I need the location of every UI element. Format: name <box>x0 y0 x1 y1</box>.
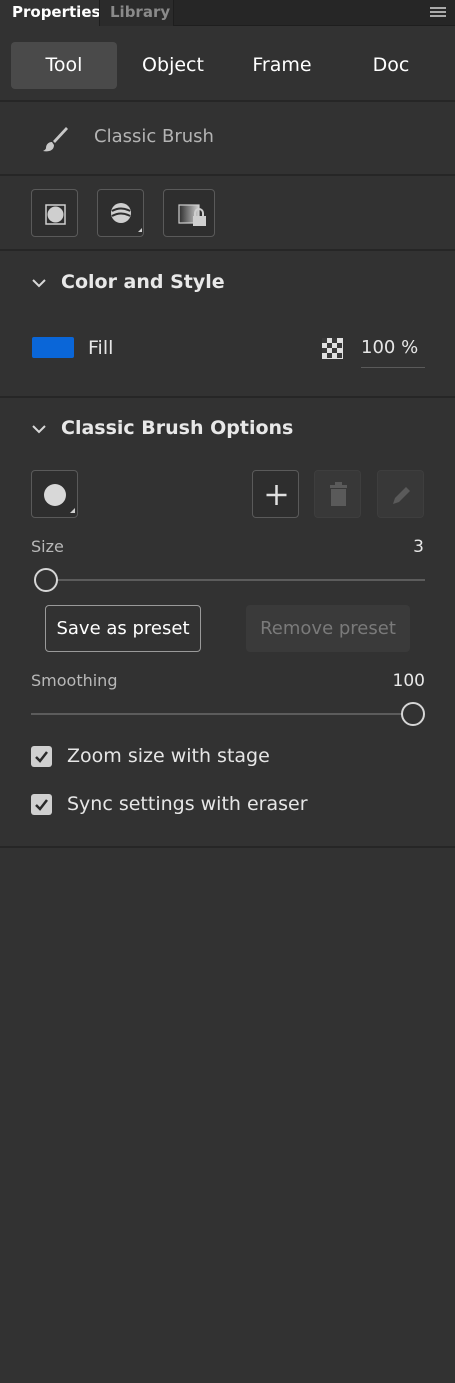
brush-icon <box>43 127 68 152</box>
tab-library[interactable]: Library <box>99 0 174 26</box>
delete-brush-button[interactable] <box>314 470 361 518</box>
smoothing-label: Smoothing <box>31 671 118 690</box>
section-heading-brush-options: Classic Brush Options <box>61 417 294 439</box>
save-preset-button[interactable]: Save as preset <box>45 605 201 652</box>
chevron-down-icon[interactable] <box>31 423 47 435</box>
fill-color-swatch[interactable] <box>32 337 74 358</box>
property-tabs: Tool Object Frame Doc <box>0 26 455 100</box>
pencil-icon <box>393 487 410 504</box>
tool-name: Classic Brush <box>94 126 214 147</box>
tab-tool[interactable]: Tool <box>11 42 117 89</box>
section-heading-color-style: Color and Style <box>61 271 225 293</box>
lock-fill-icon <box>178 204 206 226</box>
checkmark-icon <box>35 751 48 763</box>
divider <box>0 174 455 176</box>
divider <box>0 396 455 398</box>
lock-fill-button[interactable] <box>163 189 215 237</box>
sync-eraser-label: Sync settings with eraser <box>67 793 308 815</box>
divider <box>0 249 455 251</box>
tool-header: Classic Brush <box>0 102 455 174</box>
chevron-down-icon[interactable] <box>31 277 47 289</box>
sync-eraser-checkbox[interactable] <box>31 794 52 815</box>
zoom-size-checkbox[interactable] <box>31 746 52 767</box>
size-label: Size <box>31 537 64 556</box>
tab-object[interactable]: Object <box>120 42 226 89</box>
zoom-size-label: Zoom size with stage <box>67 745 270 767</box>
plus-icon <box>266 485 287 505</box>
object-drawing-mode-button[interactable] <box>31 189 78 237</box>
fill-label: Fill <box>88 337 114 359</box>
brush-mode-icon <box>111 203 142 232</box>
brush-mode-button[interactable] <box>97 189 144 237</box>
fill-opacity-input[interactable]: 100 % <box>361 337 425 368</box>
brush-shape-button[interactable] <box>31 470 78 518</box>
size-slider-track[interactable] <box>46 579 425 581</box>
size-slider-thumb[interactable] <box>34 568 58 592</box>
divider <box>0 846 455 848</box>
transparency-icon <box>322 338 343 359</box>
object-drawing-icon <box>45 204 66 225</box>
size-value: 3 <box>413 537 424 557</box>
panel-tab-bar: Properties Library <box>0 0 455 26</box>
smoothing-slider-track[interactable] <box>31 713 413 715</box>
checkmark-icon <box>35 799 48 811</box>
add-brush-button[interactable] <box>252 470 299 518</box>
panel-menu-icon[interactable] <box>430 7 446 19</box>
tab-doc[interactable]: Doc <box>338 42 444 89</box>
remove-preset-button[interactable]: Remove preset <box>246 605 410 652</box>
tab-frame[interactable]: Frame <box>229 42 335 89</box>
brush-shape-icon <box>44 484 75 513</box>
trash-icon <box>330 482 347 506</box>
edit-brush-button[interactable] <box>377 470 424 518</box>
tab-properties[interactable]: Properties <box>0 0 100 26</box>
smoothing-value: 100 <box>392 671 425 691</box>
smoothing-slider-thumb[interactable] <box>401 702 425 726</box>
